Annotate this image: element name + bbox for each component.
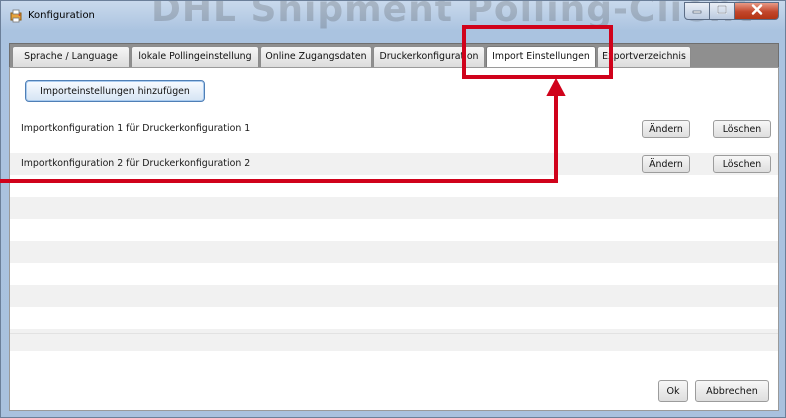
empty-row — [10, 219, 778, 241]
empty-row — [10, 307, 778, 329]
tab-language[interactable]: Sprache / Language — [12, 46, 130, 67]
delete-button[interactable]: Löschen — [713, 155, 771, 173]
ok-button[interactable]: Ok — [658, 380, 688, 402]
empty-row — [10, 197, 778, 219]
import-config-list: Importkonfiguration 1 für Druckerkonfigu… — [10, 118, 778, 373]
tab-export-directory[interactable]: Exportverzeichnis — [597, 46, 691, 67]
tab-bar: Sprache / Language lokale Pollingeinstel… — [9, 43, 779, 69]
maximize-button[interactable] — [710, 2, 735, 20]
import-config-label: Importkonfiguration 2 für Druckerkonfigu… — [21, 158, 251, 169]
add-import-settings-button[interactable]: Importeinstellungen hinzufügen — [25, 80, 205, 102]
delete-button[interactable]: Löschen — [713, 120, 771, 138]
edit-button[interactable]: Ändern — [642, 155, 690, 173]
window-title: Konfiguration — [28, 10, 95, 21]
cancel-button[interactable]: Abbrechen — [695, 380, 769, 402]
app-watermark: DHL Shipment Polling-Client — [151, 0, 754, 30]
tab-content: Importeinstellungen hinzufügen Importkon… — [9, 67, 779, 411]
list-item: Importkonfiguration 2 für Druckerkonfigu… — [10, 153, 778, 175]
config-window: DHL Shipment Polling-Client Konfiguratio… — [0, 0, 786, 418]
import-config-label: Importkonfiguration 1 für Druckerkonfigu… — [21, 123, 251, 134]
edit-button[interactable]: Ändern — [642, 120, 690, 138]
divider — [10, 333, 778, 334]
empty-row — [10, 175, 778, 197]
tab-printer-config[interactable]: Druckerkonfiguration — [373, 46, 485, 67]
close-icon — [751, 4, 763, 18]
window-controls — [684, 2, 779, 20]
empty-row — [10, 351, 778, 373]
minimize-button[interactable] — [684, 2, 710, 20]
close-button[interactable] — [735, 2, 779, 20]
tab-local-polling[interactable]: lokale Pollingeinstellung — [131, 46, 259, 67]
minimize-icon — [692, 6, 702, 17]
list-item: Importkonfiguration 1 für Druckerkonfigu… — [10, 118, 778, 140]
maximize-icon — [717, 5, 727, 17]
empty-row — [10, 241, 778, 263]
printer-config-icon — [9, 9, 23, 23]
empty-row — [10, 263, 778, 285]
tab-online-credentials[interactable]: Online Zugangsdaten — [260, 46, 372, 67]
tab-import-settings[interactable]: Import Einstellungen — [486, 46, 596, 69]
empty-row — [10, 285, 778, 307]
